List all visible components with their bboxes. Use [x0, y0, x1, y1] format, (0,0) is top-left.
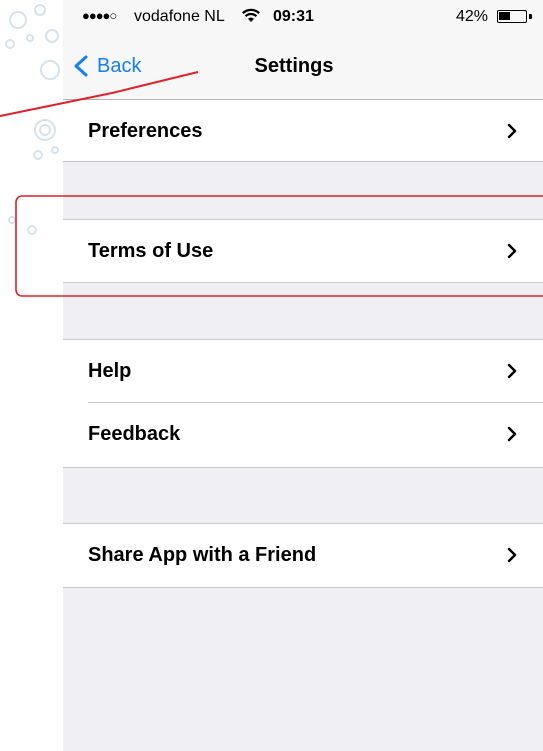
settings-row-terms-of-use[interactable]: Terms of Use [63, 219, 543, 283]
settings-row-label: Preferences [88, 120, 203, 142]
settings-row-preferences[interactable]: Preferences [63, 100, 543, 162]
settings-row-label: Terms of Use [88, 240, 214, 262]
chevron-left-icon [74, 55, 88, 77]
back-button[interactable]: Back [71, 40, 141, 92]
phone-screen: ●●●●○ vodafone NL 09:31 42% Settings Bac… [63, 0, 543, 751]
battery-cap [529, 14, 532, 19]
status-bar: ●●●●○ vodafone NL 09:31 42% [63, 0, 543, 40]
navigation-bar: Settings Back [63, 40, 543, 100]
battery-percentage: 42% [456, 8, 489, 25]
settings-row-label: Feedback [88, 423, 181, 445]
settings-row-label: Share App with a Friend [88, 544, 317, 566]
chevron-right-icon [507, 243, 517, 259]
back-button-label: Back [97, 54, 142, 77]
signal-strength-indicator: ●●●●○ [82, 8, 117, 23]
wifi-icon [242, 8, 260, 22]
settings-row-label: Help [88, 360, 132, 382]
settings-row-share-app[interactable]: Share App with a Friend [63, 523, 543, 588]
screenshot-page: ●●●●○ vodafone NL 09:31 42% Settings Bac… [0, 0, 543, 751]
chevron-right-icon [507, 123, 517, 139]
carrier-name: vodafone NL [134, 8, 225, 25]
chevron-right-icon [507, 426, 517, 442]
settings-row-feedback[interactable]: Feedback [63, 403, 543, 468]
battery-level-fill [499, 12, 510, 20]
chevron-right-icon [507, 363, 517, 379]
settings-row-help[interactable]: Help [63, 339, 543, 403]
clock-time: 09:31 [273, 8, 314, 25]
chevron-right-icon [507, 547, 517, 563]
battery-icon [497, 10, 527, 23]
